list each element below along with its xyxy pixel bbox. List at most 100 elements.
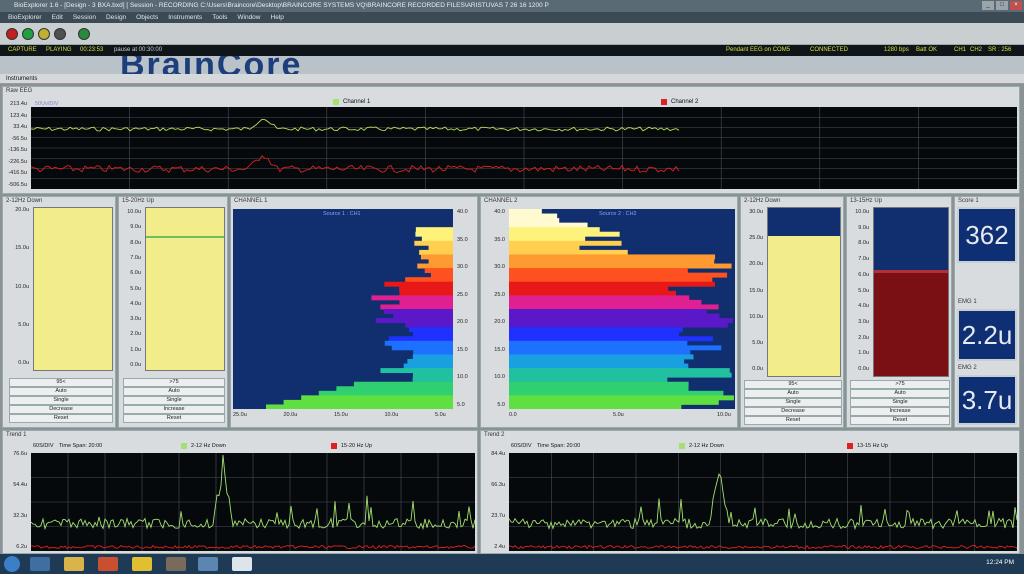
status-playing: PLAYING [46,47,72,53]
trend1-legend-2: 15-20 Hz Up [341,443,372,449]
record-button[interactable] [6,28,18,40]
up-right-bar [873,207,949,377]
axis-tick-label: 6.0u [130,270,141,277]
axis-tick-label: 84.4u [491,451,505,457]
down-left-auto-button[interactable]: Auto [9,387,113,396]
status-bps: 1280 bps [884,47,909,53]
close-button[interactable]: × [1010,1,1022,10]
raw-eeg-y-axis: 213.4u 123.4u 33.4u -56.5u -136.5u -226.5u -41… [3,101,29,189]
down-left-reset-button[interactable]: Reset [9,414,113,423]
start-button[interactable] [4,556,20,572]
down-right-auto-button[interactable]: Auto [744,389,842,398]
taskbar-media-icon[interactable] [98,557,118,571]
score-panel: Score 1 362 EMG 1 2.2u EMG 2 3.7u [954,196,1020,428]
stop-button[interactable] [54,28,66,40]
up-right-auto-button[interactable]: Auto [850,389,950,398]
axis-tick-label: 5.0u [613,412,624,418]
axis-tick-label: 5.0u [858,287,869,294]
axis-tick-label: 25.0 [457,291,468,298]
up-right-single-button[interactable]: Single [850,398,950,407]
axis-tick-label: 20.0u [749,261,763,268]
maximize-button[interactable]: □ [996,1,1008,10]
spectrum-bar [509,299,702,305]
taskbar-ie-icon[interactable] [30,557,50,571]
toolbar [0,23,1024,45]
taskbar-window-icon[interactable] [198,557,218,571]
spectrum-bar [375,318,453,324]
up-left-increase-button[interactable]: Increase [123,405,225,414]
down-right-threshold[interactable]: 95< [744,380,842,389]
down-right-title: 2-12Hz Down [744,198,781,204]
emg1-title: EMG 1 [958,299,977,305]
menu-edit[interactable]: Edit [52,12,63,23]
settings-button[interactable] [78,28,90,40]
status-capture: CAPTURE [8,47,37,53]
minimize-button[interactable]: _ [982,1,994,10]
trend1-legend-swatch-2 [331,443,337,449]
up-right-reset-button[interactable]: Reset [850,416,950,425]
spectrum-bar [509,354,694,360]
spectrum-bar [509,259,715,264]
spectrum-bar [428,245,453,251]
menu-objects[interactable]: Objects [136,12,158,23]
spectrum-bar [380,368,453,374]
spectrum-bar [509,404,682,409]
pause-button[interactable] [38,28,50,40]
spectrum-bar [509,372,732,378]
taskbar-folder-icon[interactable] [64,557,84,571]
down-left-decrease-button[interactable]: Decrease [9,405,113,414]
spectrum-bar [414,240,453,246]
up-right-increase-button[interactable]: Increase [850,407,950,416]
spectrum-bar [399,299,453,305]
menu-help[interactable]: Help [271,12,284,23]
down-right-reset-button[interactable]: Reset [744,416,842,425]
menu-design[interactable]: Design [106,12,126,23]
axis-tick-label: 2.0u [130,331,141,338]
axis-tick-label: 0.0u [858,366,869,372]
channel1-panel: CHANNEL 1 Source 1 : CH1 40.0 35.0 30.0 25.… [230,196,478,428]
spectrum-bar [405,277,453,283]
menu-tools[interactable]: Tools [212,12,227,23]
taskbar-chrome-icon[interactable] [132,557,152,571]
spectrum-bar [419,249,453,255]
up-left-auto-button[interactable]: Auto [123,387,225,396]
menu-window[interactable]: Window [237,12,260,23]
up-left-threshold[interactable]: >75 [123,378,225,387]
taskbar-app-icon[interactable] [166,557,186,571]
axis-tick-label: 35.0 [494,236,505,243]
axis-tick-label: 40.0 [457,209,468,215]
axis-tick-label: 7.0u [858,256,869,263]
spectrum-bar [509,295,690,301]
spectrum-bar [380,304,453,310]
axis-tick-label: 10.0 [457,374,468,381]
trend2-legend-swatch-1 [679,443,685,449]
down-left-threshold[interactable]: 95< [9,378,113,387]
axis-tick-label: 1.0u [858,350,869,357]
spectrum-bar [384,340,453,346]
down-right-single-button[interactable]: Single [744,398,842,407]
down-left-single-button[interactable]: Single [9,396,113,405]
up-right-threshold[interactable]: >75 [850,380,950,389]
spectrum-bar [399,286,453,292]
spectrum-bar [412,377,453,383]
spectrum-bar [399,290,453,296]
axis-tick-label: -56.5u [11,135,27,142]
axis-tick-label: 6.0u [858,271,869,278]
spectrum-bar [509,363,689,369]
instruments-tab[interactable]: Instruments [0,74,1024,84]
channel2-source: Source 2 : CH2 [599,211,637,217]
spectrum-bar [509,245,580,251]
axis-tick-label: 32.3u [13,513,27,519]
axis-tick-label: 15.0 [457,346,468,353]
spectrum-bar [415,227,453,233]
menu-instruments[interactable]: Instruments [168,12,202,23]
up-left-single-button[interactable]: Single [123,396,225,405]
menu-session[interactable]: Session [73,12,96,23]
play-button[interactable] [22,28,34,40]
spectrum-bar [413,349,453,355]
axis-tick-label: 3.0u [858,318,869,325]
menu-bioexplorer[interactable]: BioExplorer [8,12,42,23]
up-left-reset-button[interactable]: Reset [123,414,225,423]
down-right-decrease-button[interactable]: Decrease [744,407,842,416]
taskbar-bioexplorer-icon[interactable] [232,557,252,571]
